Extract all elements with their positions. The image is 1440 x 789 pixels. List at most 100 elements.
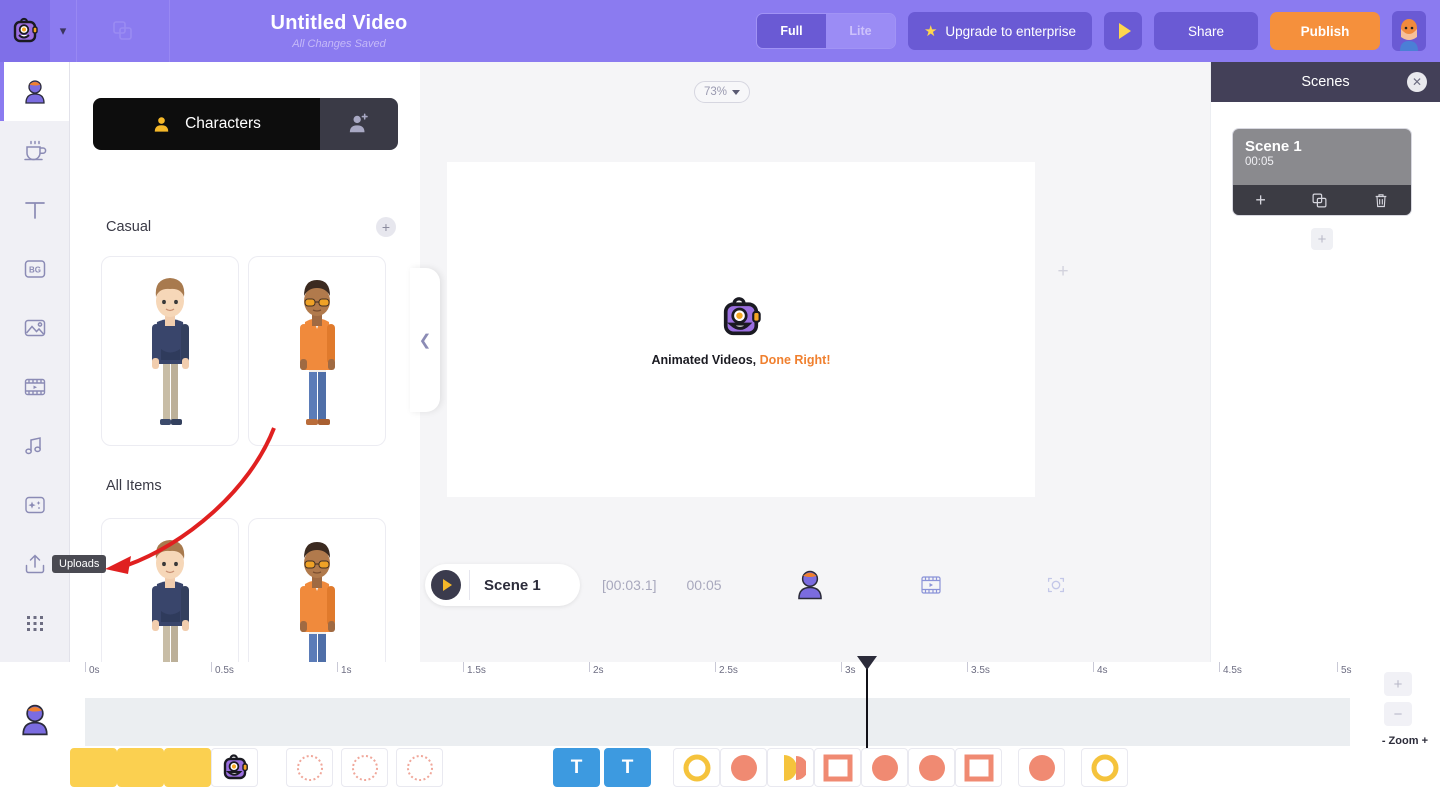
monster-logo-icon: [223, 753, 248, 779]
plus-icon[interactable]: +: [376, 217, 396, 237]
mode-toggle[interactable]: Full Lite: [755, 13, 896, 49]
mode-lite-button[interactable]: Lite: [825, 14, 895, 48]
ruler-tick: 1.5s: [467, 665, 486, 676]
filmstrip-cell[interactable]: [164, 748, 211, 787]
trash-icon: [1375, 193, 1386, 207]
filmstrip-cell[interactable]: [1081, 748, 1128, 787]
section-all-items-header: All Items: [106, 478, 396, 494]
section-title: Casual: [106, 219, 152, 235]
playhead-handle[interactable]: [857, 656, 877, 670]
timeline-playhead[interactable]: [857, 656, 877, 748]
sidebar-item-video[interactable]: [0, 357, 69, 416]
sidebar-item-uploads[interactable]: Uploads: [0, 534, 107, 593]
filmstrip-cell[interactable]: [908, 748, 955, 787]
avatar[interactable]: [1392, 11, 1426, 51]
dashed-circle-icon: [351, 754, 378, 781]
stage-add-button[interactable]: +: [1053, 261, 1073, 282]
publish-button[interactable]: Publish: [1270, 12, 1380, 50]
duplicate-scene-button[interactable]: [1311, 192, 1328, 209]
filmstrip-cell[interactable]: [814, 748, 861, 787]
filmstrip-cell[interactable]: [955, 748, 1002, 787]
character-thumb-hoodie: [152, 278, 189, 425]
library-panel: Characters Casual + All Items: [70, 62, 420, 662]
filmstrip-cell[interactable]: [861, 748, 908, 787]
tagline-primary: Animated Videos,: [651, 353, 757, 367]
canvas-zoom-selector[interactable]: 73%: [694, 81, 750, 103]
scenes-title: Scenes: [1301, 74, 1350, 90]
half-circle-icon: [730, 754, 757, 781]
panel-collapse-button[interactable]: ❮: [410, 268, 440, 412]
sidebar-item-background[interactable]: BG: [0, 239, 69, 298]
timeline-zoom-in-button[interactable]: +: [1384, 672, 1412, 696]
close-icon[interactable]: ✕: [1407, 72, 1427, 92]
chevron-down-icon[interactable]: ▾: [50, 0, 76, 62]
section-title: All Items: [106, 478, 162, 494]
square-outline-icon: [823, 754, 852, 781]
project-title-block[interactable]: Untitled Video All Changes Saved: [224, 12, 454, 50]
scene-card[interactable]: Scene 1 00:05 +: [1232, 128, 1412, 216]
filmstrip-cell[interactable]: [211, 748, 258, 787]
duplicate-icon: [1312, 193, 1327, 207]
filmstrip-cell[interactable]: [767, 748, 814, 787]
duplicate-icon[interactable]: [77, 0, 169, 62]
ruler-tick: 0.5s: [215, 665, 234, 676]
ruler-tick: 3.5s: [971, 665, 990, 676]
video-track-button[interactable]: [918, 573, 944, 597]
ruler-tick: 4.5s: [1223, 665, 1242, 676]
sidebar-item-images[interactable]: [0, 298, 69, 357]
character-icon: [24, 79, 45, 104]
play-icon: [1118, 23, 1131, 39]
filmstrip-cell[interactable]: [396, 748, 443, 787]
add-scene-slot-button[interactable]: +: [1311, 228, 1333, 250]
sidebar-item-text[interactable]: [0, 180, 69, 239]
filmstrip-cell[interactable]: [341, 748, 388, 787]
sidebar-item-apps[interactable]: [0, 593, 69, 652]
sidebar-item-effects[interactable]: [0, 475, 69, 534]
filmstrip-cell[interactable]: [117, 748, 164, 787]
filmstrip-cell-text[interactable]: T: [604, 748, 651, 787]
sidebar-item-props[interactable]: [0, 121, 69, 180]
scene-card-duration: 00:05: [1245, 156, 1274, 168]
film-icon: [24, 378, 45, 395]
filmstrip-cell[interactable]: [720, 748, 767, 787]
add-scene-button[interactable]: +: [1255, 190, 1266, 211]
character-track-button[interactable]: [794, 568, 826, 602]
character-avatar-icon: [22, 704, 48, 736]
page-title: Untitled Video: [270, 12, 408, 34]
timeline-ruler[interactable]: 0s 0.5s 1s 1.5s 2s 2.5s 3s 3.5s 4s 4.5s …: [70, 662, 1360, 688]
person-icon: [154, 116, 169, 132]
timeline-zoom-out-button[interactable]: −: [1384, 702, 1412, 726]
filmstrip-cell[interactable]: [673, 748, 720, 787]
app-logo[interactable]: [0, 0, 50, 62]
header-actions: Full Lite ★ Upgrade to enterprise Share …: [755, 0, 1440, 62]
sidebar-item-music[interactable]: [0, 416, 69, 475]
scene-playback-pill[interactable]: Scene 1: [425, 564, 580, 606]
play-scene-button[interactable]: [431, 570, 461, 600]
add-character-button[interactable]: [320, 98, 398, 150]
preview-button[interactable]: [1104, 12, 1142, 50]
tab-characters[interactable]: Characters: [93, 98, 320, 150]
filmstrip-cell[interactable]: [1018, 748, 1065, 787]
filmstrip-cell[interactable]: [70, 748, 117, 787]
filmstrip-cell[interactable]: [286, 748, 333, 787]
character-card[interactable]: [101, 518, 239, 662]
divider: [469, 570, 470, 600]
header-divider-2: [169, 0, 170, 62]
camera-track-button[interactable]: [1044, 573, 1068, 597]
sidebar-item-characters[interactable]: [0, 62, 69, 121]
share-button[interactable]: Share: [1154, 12, 1258, 50]
delete-scene-button[interactable]: [1373, 192, 1389, 209]
timeline-track[interactable]: [85, 698, 1350, 746]
grid-apps-icon: [26, 615, 43, 631]
dashed-circle-icon: [296, 754, 323, 781]
character-card[interactable]: [101, 256, 239, 446]
bottom-character-avatar[interactable]: [0, 690, 70, 750]
filmstrip-cell-text[interactable]: T: [553, 748, 600, 787]
upgrade-button[interactable]: ★ Upgrade to enterprise: [907, 12, 1092, 50]
mode-full-button[interactable]: Full: [756, 14, 826, 48]
video-canvas[interactable]: Animated Videos, Done Right!: [447, 162, 1035, 497]
character-card[interactable]: [248, 518, 386, 662]
asset-filmstrip: T T: [0, 746, 1440, 789]
character-card[interactable]: [248, 256, 386, 446]
cup-icon: [23, 140, 46, 160]
